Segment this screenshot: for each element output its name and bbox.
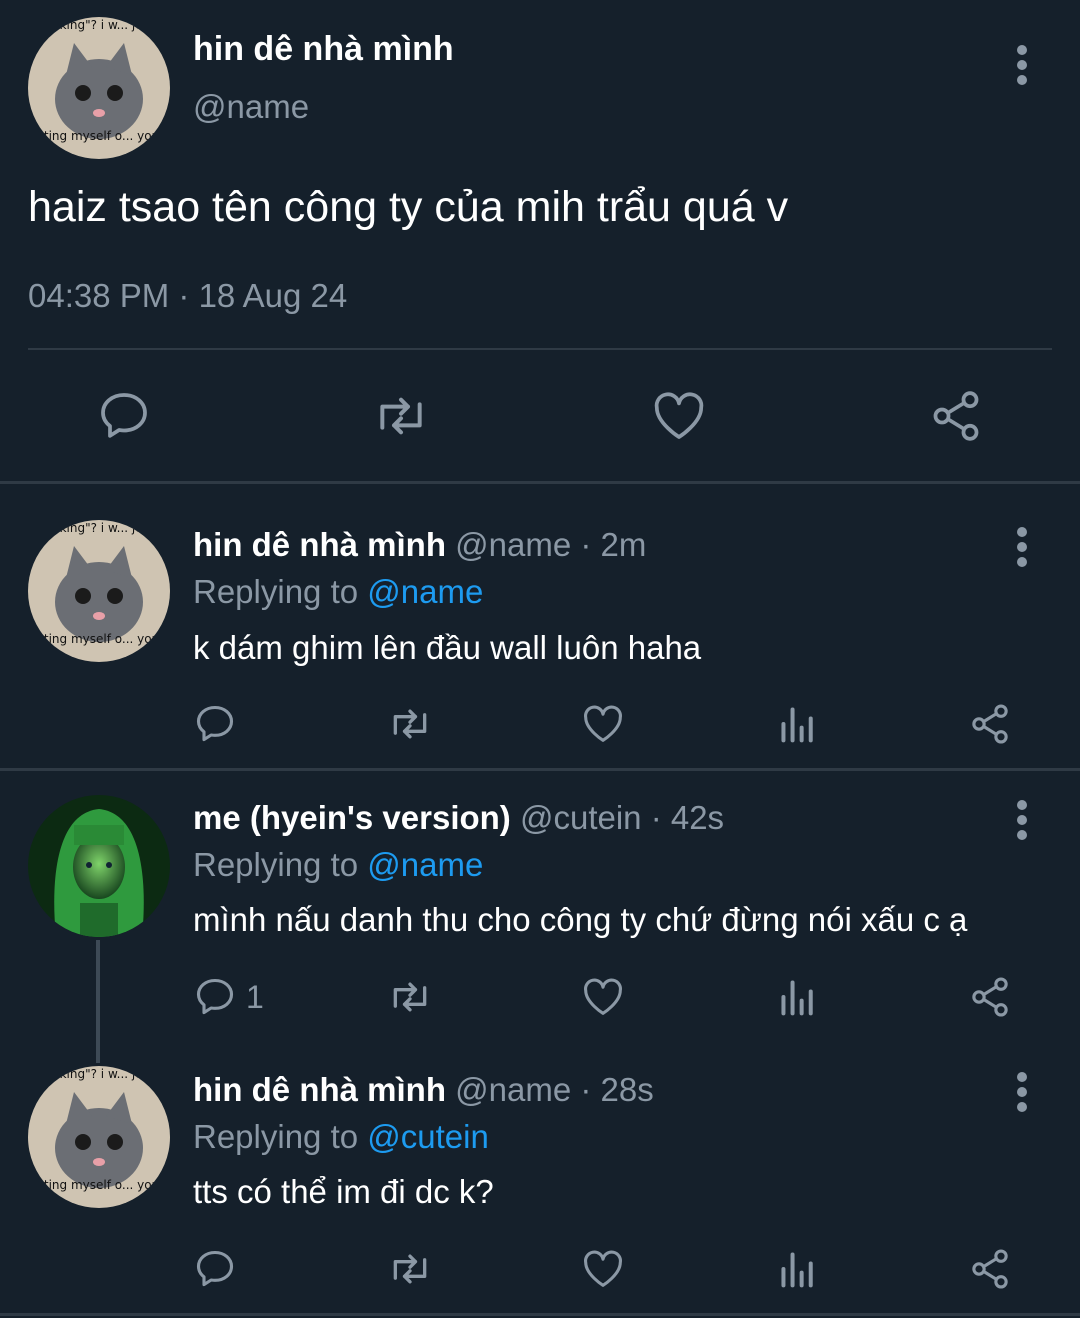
heart-icon xyxy=(654,392,704,439)
author-handle-time[interactable]: @name · 2m xyxy=(455,526,646,563)
share-icon xyxy=(972,704,1008,744)
reply-header: me (hyein's version) @cutein · 42s xyxy=(193,799,724,837)
thread-connector-line xyxy=(96,940,100,1063)
cat-avatar-image: talking"? i w... just educating myself o… xyxy=(28,520,170,662)
retweet-icon xyxy=(393,709,427,739)
retweet-button[interactable] xyxy=(386,975,434,1019)
mention-link[interactable]: @cutein xyxy=(367,1118,489,1155)
svg-text:talking"? i w... just: talking"? i w... just xyxy=(44,1067,154,1081)
views-button[interactable] xyxy=(776,1249,820,1289)
like-button[interactable] xyxy=(651,390,707,442)
timestamp-divider xyxy=(28,348,1052,350)
reply-button[interactable] xyxy=(193,1247,237,1291)
bar-chart-icon xyxy=(781,980,813,1016)
reply-text: tts có thể im đi dc k? xyxy=(193,1173,494,1210)
svg-text:talking"? i w... just: talking"? i w... just xyxy=(44,18,154,32)
share-icon xyxy=(933,391,979,441)
views-button[interactable] xyxy=(776,704,820,744)
svg-text:educating myself o... your lor: educating myself o... your lore xyxy=(28,129,170,143)
retweet-button[interactable] xyxy=(370,388,432,444)
retweet-icon xyxy=(393,982,427,1012)
replying-to-line: Replying to @name xyxy=(193,846,483,884)
retweet-icon xyxy=(393,1254,427,1284)
retweet-button[interactable] xyxy=(386,1247,434,1291)
share-icon xyxy=(972,977,1008,1017)
bar-chart-icon xyxy=(781,1252,813,1288)
reply-button[interactable] xyxy=(193,702,237,746)
share-button[interactable] xyxy=(968,975,1012,1019)
more-options-icon[interactable] xyxy=(1012,45,1032,85)
like-button[interactable] xyxy=(581,1249,625,1289)
heart-icon xyxy=(584,705,622,742)
mention-link[interactable]: @name xyxy=(367,573,483,610)
section-divider xyxy=(0,481,1080,484)
replying-prefix: Replying to xyxy=(193,573,359,610)
like-button[interactable] xyxy=(581,704,625,744)
share-button[interactable] xyxy=(968,1247,1012,1291)
avatar[interactable]: talking"? i w... just educating myself o… xyxy=(28,17,170,159)
speech-bubble-icon xyxy=(196,705,234,742)
more-options-icon[interactable] xyxy=(1012,527,1032,567)
reply-text: mình nấu danh thu cho công ty chứ đừng n… xyxy=(193,901,968,938)
author-handle-time[interactable]: @cutein · 42s xyxy=(520,799,724,836)
heart-icon xyxy=(584,1250,622,1287)
more-options-icon[interactable] xyxy=(1012,800,1032,840)
reply-button[interactable] xyxy=(193,975,237,1019)
author-handle[interactable]: @name xyxy=(193,88,309,126)
speech-bubble-icon xyxy=(196,978,234,1015)
tweet-timestamp: 04:38 PM · 18 Aug 24 xyxy=(28,277,348,314)
cat-avatar-image: talking"? i w... just educating myself o… xyxy=(28,1066,170,1208)
reply-count: 1 xyxy=(246,979,264,1015)
tweet-text: haiz tsao tên công ty của mih trẩu quá v xyxy=(28,183,789,231)
heart-icon xyxy=(584,978,622,1015)
replying-prefix: Replying to xyxy=(193,846,359,883)
replying-to-line: Replying to @cutein xyxy=(193,1118,489,1156)
bar-chart-icon xyxy=(781,707,813,743)
author-name[interactable]: hin dê nhà mình xyxy=(193,30,454,69)
author-name[interactable]: hin dê nhà mình xyxy=(193,526,446,563)
author-name[interactable]: me (hyein's version) xyxy=(193,799,511,836)
section-divider xyxy=(0,768,1080,771)
views-button[interactable] xyxy=(776,977,820,1017)
like-button[interactable] xyxy=(581,977,625,1017)
green-portrait-avatar-image xyxy=(28,795,170,937)
reply-header: hin dê nhà mình @name · 28s xyxy=(193,1071,654,1109)
cat-avatar-image: talking"? i w... just educating myself o… xyxy=(28,17,170,159)
retweet-button[interactable] xyxy=(386,702,434,746)
svg-text:educating myself o... your lor: educating myself o... your lore xyxy=(28,1178,170,1192)
share-button[interactable] xyxy=(928,388,984,444)
speech-bubble-icon xyxy=(101,393,147,438)
replying-prefix: Replying to xyxy=(193,1118,359,1155)
mention-link[interactable]: @name xyxy=(367,846,483,883)
replying-to-line: Replying to @name xyxy=(193,573,483,611)
svg-text:educating myself o... your lor: educating myself o... your lore xyxy=(28,632,170,646)
reply-button[interactable] xyxy=(96,388,152,444)
avatar[interactable]: talking"? i w... just educating myself o… xyxy=(28,1066,170,1208)
more-options-icon[interactable] xyxy=(1012,1072,1032,1112)
author-name[interactable]: hin dê nhà mình xyxy=(193,1071,446,1108)
avatar[interactable] xyxy=(28,795,170,937)
avatar[interactable]: talking"? i w... just educating myself o… xyxy=(28,520,170,662)
retweet-icon xyxy=(380,397,422,435)
share-icon xyxy=(972,1249,1008,1289)
author-handle-time[interactable]: @name · 28s xyxy=(455,1071,654,1108)
svg-text:talking"? i w... just: talking"? i w... just xyxy=(44,521,154,535)
reply-text: k dám ghim lên đầu wall luôn haha xyxy=(193,629,702,666)
reply-header: hin dê nhà mình @name · 2m xyxy=(193,526,646,564)
speech-bubble-icon xyxy=(196,1250,234,1287)
section-divider xyxy=(0,1313,1080,1316)
share-button[interactable] xyxy=(968,702,1012,746)
